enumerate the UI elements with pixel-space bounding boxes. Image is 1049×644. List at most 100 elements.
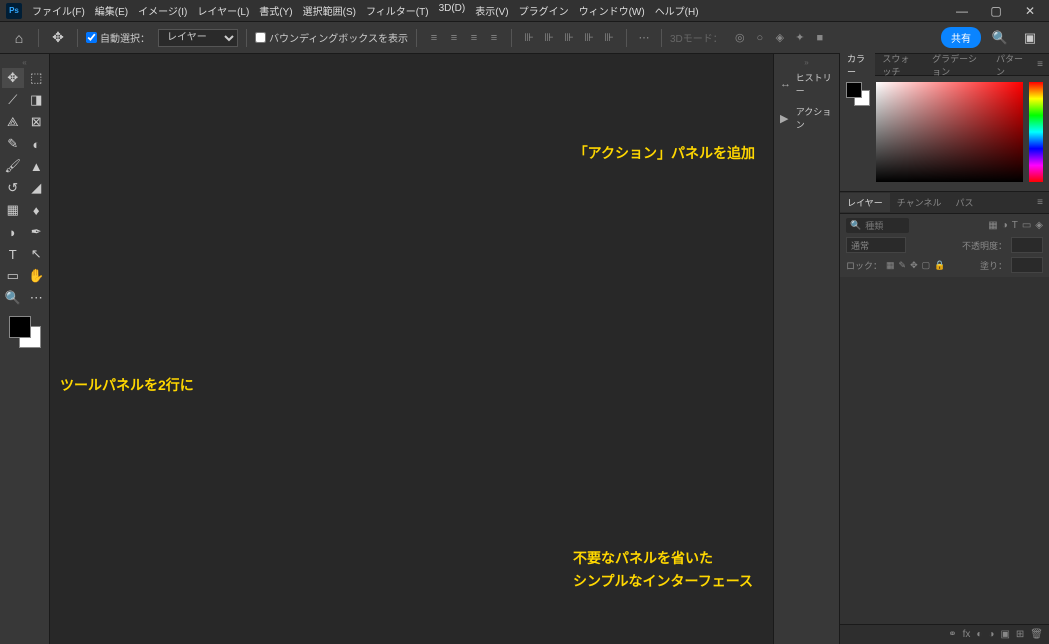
brush-tool[interactable]: 🖌 [2,156,24,176]
bbox-checkbox[interactable]: バウンディングボックスを表示 [255,30,408,45]
path-select-tool[interactable]: ↖ [26,244,48,264]
crop-tool[interactable]: ⟁ [2,112,24,132]
menu-plugin[interactable]: プラグイン [515,1,573,20]
home-button[interactable]: ⌂ [8,27,30,49]
color-mini-swatches[interactable] [846,82,870,106]
more-options-icon[interactable]: ⋯ [635,29,653,47]
color-field[interactable] [876,82,1023,182]
lock-position-icon[interactable]: ✎ [899,260,907,271]
annotation-line1: 不要なパネルを省いた [573,547,753,569]
group-icon[interactable]: ▣ [1000,629,1009,640]
menu-filter[interactable]: フィルター(T) [362,1,433,20]
link-layers-icon[interactable]: ⚭ [948,629,956,640]
workspace-icon[interactable]: ▣ [1019,27,1041,49]
stamp-tool[interactable]: ▲ [26,156,48,176]
mini-foreground[interactable] [846,82,862,98]
lock-move-icon[interactable]: ✥ [910,260,918,271]
move-tool-icon[interactable]: ✥ [47,27,69,49]
pen-tool[interactable]: ✒ [26,222,48,242]
delete-layer-icon[interactable]: 🗑 [1030,629,1043,640]
action-tab[interactable]: ▶アクション [774,102,839,134]
dodge-tool[interactable]: ◗ [2,222,24,242]
color-swatches[interactable] [9,316,41,348]
collapsed-handle[interactable]: » [774,58,839,66]
edit-toolbar[interactable]: ⋯ [26,288,48,308]
frame-tool[interactable]: ⊠ [26,112,48,132]
close-button[interactable]: ✕ [1017,2,1043,20]
hue-slider[interactable] [1029,82,1043,182]
menu-select[interactable]: 選択範囲(S) [299,1,360,20]
menu-layer[interactable]: レイヤー(L) [193,1,253,20]
fill-label: 塗り： [980,259,1007,272]
tab-layers[interactable]: レイヤー [840,193,890,212]
layer-filter[interactable]: 🔍 [846,218,909,233]
foreground-color[interactable] [9,316,31,338]
filter-shape-icon[interactable]: ▭ [1022,220,1031,231]
filter-adjust-icon[interactable]: ◑ [1002,220,1008,231]
distribute-4-icon[interactable]: ⊪ [580,29,598,47]
auto-select-checkbox[interactable]: 自動選択： [86,30,150,45]
history-tab[interactable]: ↔ヒストリー [774,68,839,100]
3d-icon-2[interactable]: ○ [751,29,769,47]
type-tool[interactable]: T [2,244,24,264]
align-left-icon[interactable]: ≡ [425,29,443,47]
blend-mode-select[interactable] [846,237,906,253]
filter-pixel-icon[interactable]: ▦ [988,220,997,231]
adjustment-layer-icon[interactable]: ◑ [988,629,994,640]
menu-edit[interactable]: 編集(E) [91,1,132,20]
distribute-3-icon[interactable]: ⊪ [560,29,578,47]
toolbox-handle[interactable]: « [2,58,47,66]
move-tool[interactable]: ✥ [2,68,24,88]
blur-tool[interactable]: ♦ [26,200,48,220]
auto-select-target[interactable]: レイヤー [158,29,238,47]
share-button[interactable]: 共有 [941,27,981,48]
menu-3d[interactable]: 3D(D) [435,1,470,20]
hand-tool[interactable]: ✋ [26,266,48,286]
minimize-button[interactable]: — [949,2,975,20]
distribute-2-icon[interactable]: ⊪ [540,29,558,47]
layer-fx-icon[interactable]: fx [963,629,971,640]
menu-help[interactable]: ヘルプ(H) [651,1,703,20]
lock-artboard-icon[interactable]: ▢ [922,260,931,271]
eraser-tool[interactable]: ◢ [26,178,48,198]
menu-type[interactable]: 書式(Y) [255,1,296,20]
object-select-tool[interactable]: ◨ [26,90,48,110]
menu-file[interactable]: ファイル(F) [28,1,89,20]
search-icon[interactable]: 🔍 [989,27,1011,49]
lock-pixels-icon[interactable]: ▦ [886,260,895,271]
menu-window[interactable]: ウィンドウ(W) [575,1,649,20]
rectangle-tool[interactable]: ▭ [2,266,24,286]
distribute-5-icon[interactable]: ⊪ [600,29,618,47]
fill-input[interactable] [1011,257,1043,273]
align-more-icon[interactable]: ≡ [485,29,503,47]
eyedropper-tool[interactable]: ✎ [2,134,24,154]
3d-icon-3[interactable]: ◈ [771,29,789,47]
history-brush-tool[interactable]: ↺ [2,178,24,198]
align-right-icon[interactable]: ≡ [465,29,483,47]
align-center-icon[interactable]: ≡ [445,29,463,47]
tab-paths[interactable]: パス [948,193,980,212]
distribute-1-icon[interactable]: ⊪ [520,29,538,47]
3d-icon-4[interactable]: ✦ [791,29,809,47]
lock-all-icon[interactable]: 🔒 [934,260,945,271]
3d-icon-1[interactable]: ◎ [731,29,749,47]
opacity-input[interactable] [1011,237,1043,253]
menu-view[interactable]: 表示(V) [471,1,512,20]
zoom-tool[interactable]: 🔍 [2,288,24,308]
color-panel-menu-icon[interactable]: ≡ [1031,59,1049,70]
menu-image[interactable]: イメージ(I) [134,1,191,20]
filter-smart-icon[interactable]: ◈ [1035,220,1043,231]
history-icon: ↔ [780,78,792,90]
layer-mask-icon[interactable]: ◐ [976,629,982,640]
layer-filter-input[interactable] [865,221,905,231]
layers-panel-menu-icon[interactable]: ≡ [1031,197,1049,208]
gradient-tool[interactable]: ▦ [2,200,24,220]
new-layer-icon[interactable]: ⊞ [1016,629,1024,640]
tab-channels[interactable]: チャンネル [890,193,949,212]
healing-tool[interactable]: ◐ [26,134,48,154]
marquee-tool[interactable]: ⬚ [26,68,48,88]
3d-icon-5[interactable]: ■ [811,29,829,47]
filter-type-icon[interactable]: T [1012,220,1018,231]
maximize-button[interactable]: ▢ [983,2,1009,20]
lasso-tool[interactable]: ⟋ [2,90,24,110]
